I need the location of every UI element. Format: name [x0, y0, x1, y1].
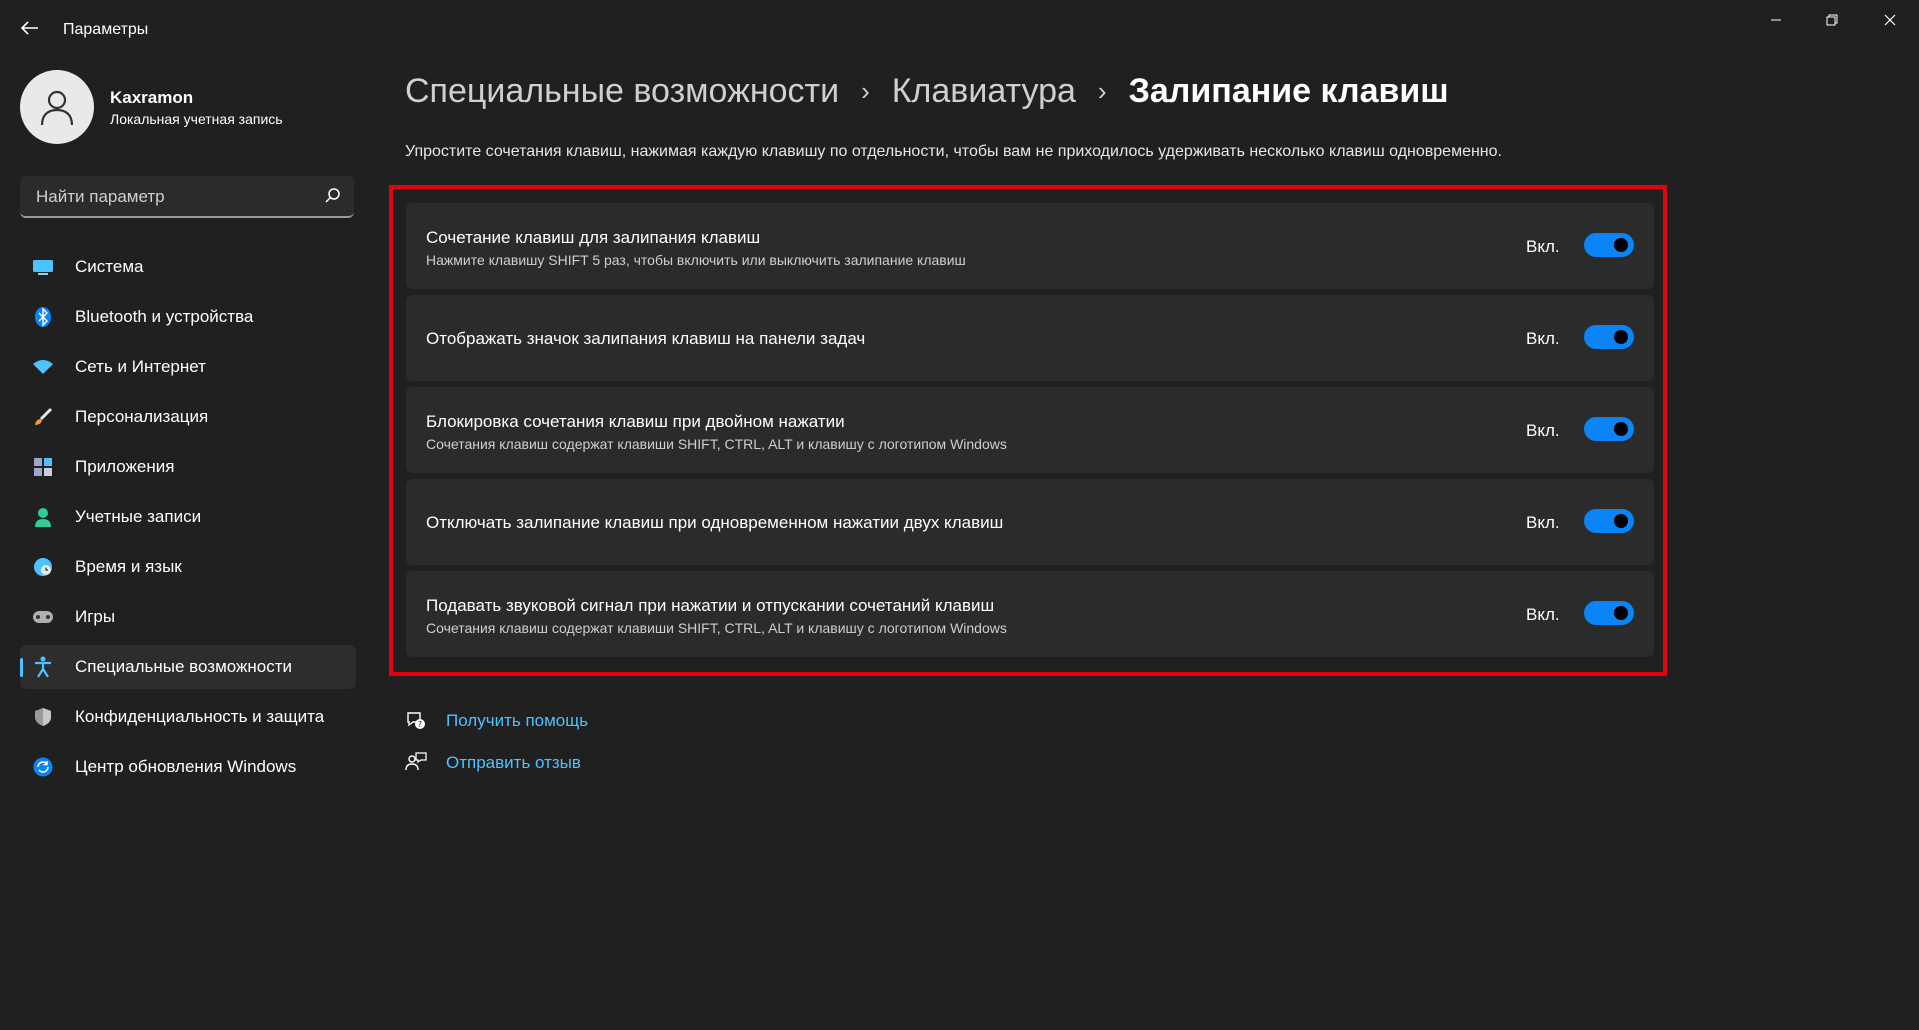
brush-icon [32, 406, 54, 428]
setting-title: Отключать залипание клавиш при одновреме… [426, 513, 1004, 532]
toggle-knob [1614, 238, 1628, 252]
active-indicator [20, 658, 23, 677]
toggle-switch[interactable] [1584, 509, 1634, 533]
close-icon [1884, 14, 1896, 26]
setting-sticky-keys-shortcut: Сочетание клавиш для залипания клавиш На… [406, 203, 1654, 289]
sidebar-item-label: Время и язык [75, 557, 182, 576]
sidebar-item-time-language[interactable]: Время и язык [20, 545, 356, 589]
sidebar-item-label: Система [75, 257, 144, 276]
page-title: Залипание клавиш [1128, 72, 1449, 110]
toggle-knob [1614, 606, 1628, 620]
toggle-state-label: Вкл. [1526, 513, 1560, 532]
sidebar-nav: Система Bluetooth и устройства Сеть и Ин… [20, 245, 356, 795]
update-icon [32, 756, 54, 778]
wifi-icon [32, 356, 54, 378]
sidebar-item-accessibility[interactable]: Специальные возможности [20, 645, 356, 689]
accessibility-icon [32, 656, 54, 678]
sidebar-item-label: Центр обновления Windows [75, 757, 297, 776]
setting-title: Блокировка сочетания клавиш при двойном … [426, 412, 845, 431]
send-feedback-label[interactable]: Отправить отзыв [446, 753, 581, 773]
feedback-icon [405, 752, 427, 771]
toggle-knob [1614, 422, 1628, 436]
toggle-state-label: Вкл. [1526, 329, 1560, 348]
setting-sound: Подавать звуковой сигнал при нажатии и о… [406, 571, 1654, 657]
restore-icon [1826, 14, 1838, 26]
search-icon[interactable] [324, 187, 342, 205]
monitor-icon [32, 256, 54, 278]
breadcrumb-separator: › [861, 76, 870, 106]
sidebar-item-label: Учетные записи [75, 507, 202, 526]
sidebar-item-label: Игры [75, 607, 116, 626]
bluetooth-icon [32, 306, 54, 328]
breadcrumb-accessibility[interactable]: Специальные возможности [405, 72, 839, 111]
person-icon [32, 506, 54, 528]
breadcrumb: Специальные возможности › Клавиатура › З… [405, 72, 1449, 111]
setting-title: Сочетание клавиш для залипания клавиш [426, 228, 761, 247]
sidebar-item-label: Приложения [75, 457, 175, 476]
settings-list: Сочетание клавиш для залипания клавиш На… [406, 203, 1654, 663]
minimize-button[interactable] [1752, 8, 1800, 32]
setting-title: Подавать звуковой сигнал при нажатии и о… [426, 596, 995, 615]
account-type: Локальная учетная запись [110, 111, 283, 127]
toggle-knob [1614, 330, 1628, 344]
sidebar-item-personalization[interactable]: Персонализация [20, 395, 356, 439]
sidebar-item-accounts[interactable]: Учетные записи [20, 495, 356, 539]
toggle-switch[interactable] [1584, 417, 1634, 441]
toggle-state-label: Вкл. [1526, 421, 1560, 440]
sidebar-item-label: Персонализация [75, 407, 209, 426]
setting-subtitle: Нажмите клавишу SHIFT 5 раз, чтобы включ… [426, 252, 966, 268]
breadcrumb-keyboard[interactable]: Клавиатура [892, 72, 1076, 111]
title-bar: Параметры [0, 0, 1919, 60]
help-icon: ? [407, 712, 425, 729]
apps-icon [32, 456, 54, 478]
sidebar-item-label: Bluetooth и устройства [75, 307, 254, 326]
avatar[interactable] [20, 70, 94, 144]
svg-text:?: ? [418, 720, 422, 729]
toggle-switch[interactable] [1584, 601, 1634, 625]
setting-turn-off-two-keys: Отключать залипание клавиш при одновреме… [406, 479, 1654, 565]
sidebar-item-gaming[interactable]: Игры [20, 595, 356, 639]
back-button[interactable] [18, 16, 42, 40]
get-help-label[interactable]: Получить помощь [446, 711, 588, 731]
sidebar-item-bluetooth[interactable]: Bluetooth и устройства [20, 295, 356, 339]
toggle-switch[interactable] [1584, 233, 1634, 257]
setting-lock-double-press: Блокировка сочетания клавиш при двойном … [406, 387, 1654, 473]
arrow-left-icon [21, 21, 38, 35]
toggle-switch[interactable] [1584, 325, 1634, 349]
sidebar-item-network[interactable]: Сеть и Интернет [20, 345, 356, 389]
toggle-knob [1614, 514, 1628, 528]
sidebar-item-system[interactable]: Система [20, 245, 356, 289]
sidebar-item-label: Сеть и Интернет [75, 357, 206, 376]
restore-button[interactable] [1808, 8, 1856, 32]
setting-subtitle: Сочетания клавиш содержат клавиши SHIFT,… [426, 436, 1007, 452]
setting-taskbar-icon: Отображать значок залипания клавиш на па… [406, 295, 1654, 381]
sidebar-item-label: Специальные возможности [75, 657, 293, 676]
toggle-state-label: Вкл. [1526, 605, 1560, 624]
search-box[interactable] [20, 176, 354, 218]
sidebar-item-privacy[interactable]: Конфиденциальность и защита [20, 695, 356, 739]
app-title: Параметры [63, 21, 149, 38]
gamepad-icon [32, 606, 54, 628]
breadcrumb-separator: › [1097, 76, 1107, 106]
sidebar-item-apps[interactable]: Приложения [20, 445, 356, 489]
close-button[interactable] [1866, 8, 1914, 32]
setting-title: Отображать значок залипания клавиш на па… [426, 329, 866, 348]
sidebar-item-windows-update[interactable]: Центр обновления Windows [20, 745, 356, 789]
sidebar-item-label: Конфиденциальность и защита [75, 707, 325, 726]
search-input[interactable] [34, 184, 318, 210]
user-icon [40, 90, 74, 126]
shield-icon [32, 706, 54, 728]
page-description: Упростите сочетания клавиш, нажимая кажд… [405, 143, 1502, 160]
globe-clock-icon [32, 556, 54, 578]
toggle-state-label: Вкл. [1526, 237, 1560, 256]
minimize-icon [1771, 19, 1781, 21]
user-name: Kaxramon [110, 88, 194, 107]
setting-subtitle: Сочетания клавиш содержат клавиши SHIFT,… [426, 620, 1007, 636]
